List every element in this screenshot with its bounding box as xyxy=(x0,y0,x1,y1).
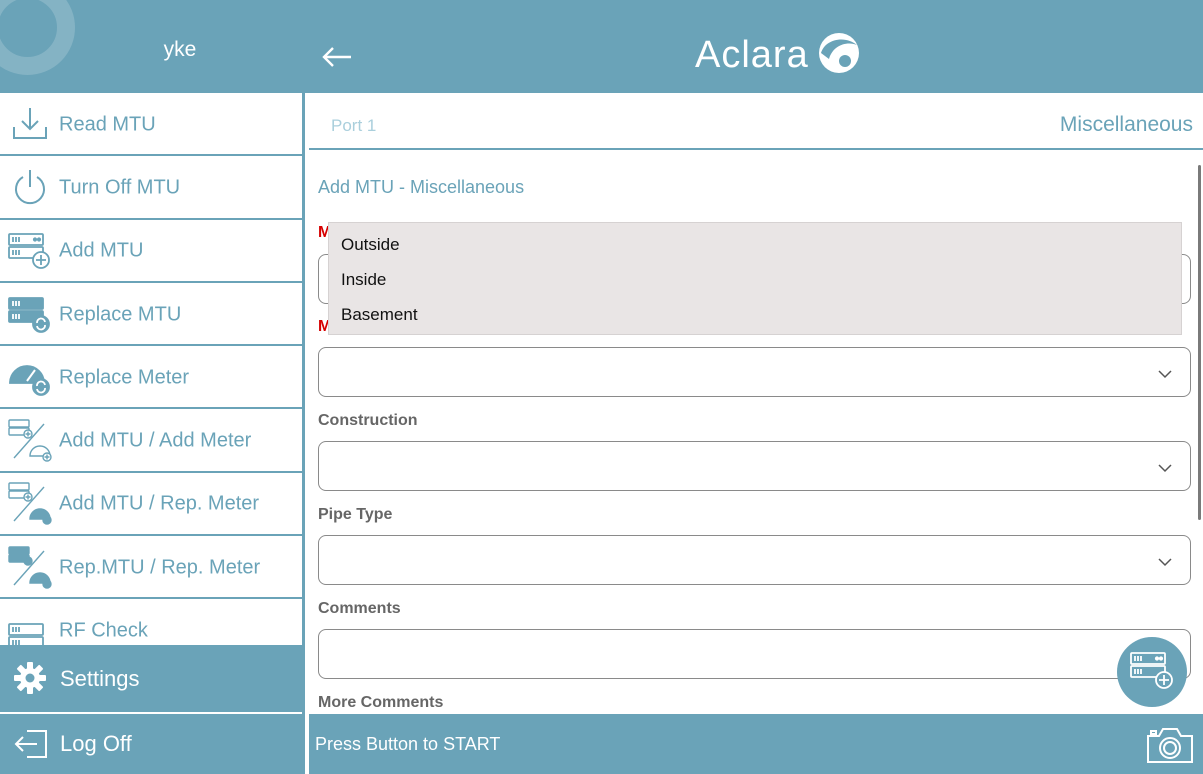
sidebar-item-label: Add MTU xyxy=(59,239,144,262)
mtu-add-icon xyxy=(1129,649,1175,696)
gear-icon xyxy=(13,661,47,700)
construction-label: Construction xyxy=(318,412,418,429)
rf-check-icon xyxy=(8,610,52,645)
sidebar-item-add-mtu[interactable]: Add MTU xyxy=(0,220,305,283)
chevron-down-icon xyxy=(1158,366,1172,379)
mtu-add-icon xyxy=(8,230,52,270)
settings-label: Settings xyxy=(60,665,140,691)
sidebar-item-label: Replace MTU xyxy=(59,302,182,325)
sidebar-item-label: Rep.MTU / Rep. Meter xyxy=(59,556,261,579)
port-label: Port 1 xyxy=(331,116,377,135)
section-label: Miscellaneous xyxy=(1059,113,1193,136)
comments-label: Comments xyxy=(318,600,401,617)
dropdown-option-outside[interactable]: Outside xyxy=(341,235,400,255)
sidebar-item-replace-meter[interactable]: Replace Meter xyxy=(0,346,305,410)
back-arrow-icon[interactable] xyxy=(320,44,354,70)
sidebar-item-rf-check[interactable]: RF Check xyxy=(0,599,305,645)
pipe-type-select[interactable] xyxy=(318,535,1191,585)
username: yke xyxy=(163,38,197,61)
sidebar: yke Read MTU Turn Off MTU Add MTU Replac… xyxy=(0,0,305,774)
app-header: Aclara xyxy=(305,0,1203,93)
sidebar-item-label: Read MTU xyxy=(59,113,156,136)
pipe-type-label: Pipe Type xyxy=(318,506,393,523)
mtu-add-meter-icon xyxy=(8,419,52,462)
aclara-swirl-icon xyxy=(817,31,861,80)
mtu-add-rep-meter-icon xyxy=(8,482,52,526)
chevron-down-icon xyxy=(1158,554,1172,567)
sidebar-item-add-mtu-rep-meter[interactable]: Add MTU / Rep. Meter xyxy=(0,473,305,537)
dropdown-option-inside[interactable]: Inside xyxy=(341,270,386,290)
logout-icon xyxy=(13,728,49,765)
log-off-label: Log Off xyxy=(60,731,132,756)
start-instruction-text: Press Button to START xyxy=(315,734,501,754)
construction-select[interactable] xyxy=(318,441,1191,491)
sidebar-item-label: Replace Meter xyxy=(59,366,190,389)
sidebar-item-replace-mtu[interactable]: Replace MTU xyxy=(0,283,305,347)
add-mtu-fab-button[interactable] xyxy=(1117,637,1187,707)
sidebar-item-label: Turn Off MTU xyxy=(59,176,181,199)
camera-icon[interactable] xyxy=(1145,724,1195,766)
dropdown-list: Outside Inside Basement xyxy=(328,222,1182,335)
more-comments-label: More Comments xyxy=(318,694,444,711)
required-select-2[interactable] xyxy=(318,347,1191,397)
comments-input[interactable] xyxy=(318,629,1191,679)
mtu-replace-icon xyxy=(8,294,52,334)
settings-button[interactable]: Settings xyxy=(0,645,305,712)
mtu-rep-rep-meter-icon xyxy=(8,546,52,589)
chevron-down-icon xyxy=(1158,460,1172,473)
bottom-bar: Press Button to START xyxy=(309,714,1203,774)
sidebar-header: yke xyxy=(0,0,305,93)
meter-replace-icon xyxy=(8,357,52,397)
sidebar-item-rep-mtu-rep-meter[interactable]: Rep.MTU / Rep. Meter xyxy=(0,536,305,600)
form-scrollbar[interactable] xyxy=(1198,165,1201,520)
log-off-button[interactable]: Log Off xyxy=(0,714,305,774)
sidebar-item-read-mtu[interactable]: Read MTU xyxy=(0,93,305,157)
port-bar: Port 1 Miscellaneous xyxy=(309,93,1203,150)
aclara-logo: Aclara xyxy=(695,30,861,80)
download-icon xyxy=(8,104,52,144)
logo-text: Aclara xyxy=(695,33,809,76)
sidebar-item-label: Add MTU / Add Meter xyxy=(59,429,252,452)
power-icon xyxy=(8,167,52,207)
form-title: Add MTU - Miscellaneous xyxy=(318,177,525,197)
sidebar-menu: Read MTU Turn Off MTU Add MTU Replace MT… xyxy=(0,93,305,645)
sidebar-item-add-mtu-add-meter[interactable]: Add MTU / Add Meter xyxy=(0,409,305,473)
sidebar-item-label: Add MTU / Rep. Meter xyxy=(59,492,260,515)
sidebar-item-label: RF Check xyxy=(59,619,148,642)
dropdown-option-basement[interactable]: Basement xyxy=(341,305,418,325)
sidebar-item-turn-off-mtu[interactable]: Turn Off MTU xyxy=(0,156,305,220)
